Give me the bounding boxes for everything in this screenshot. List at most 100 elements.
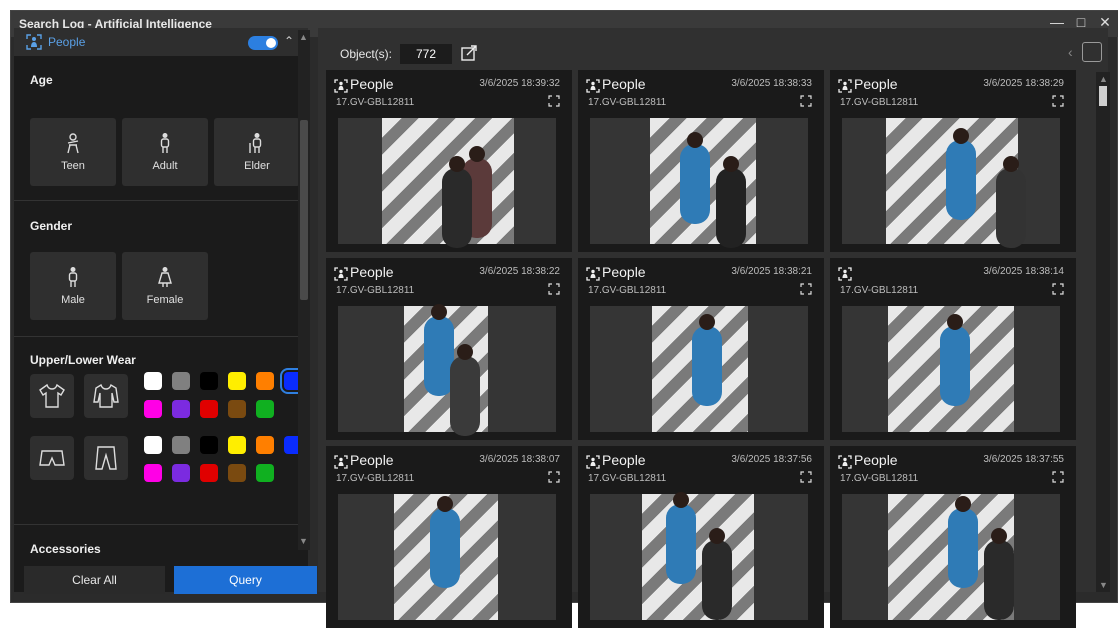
card-label: People [350,264,394,280]
filter-header[interactable]: People ⌃ [14,28,308,56]
expand-icon[interactable] [548,283,560,295]
card-timestamp: 3/6/2025 18:38:14 [983,266,1064,277]
person-head [457,344,473,360]
card-label: People [602,264,646,280]
color-swatch[interactable] [144,464,162,482]
color-swatch[interactable] [228,436,246,454]
age-teen-button[interactable]: Teen [30,118,116,186]
color-swatch[interactable] [172,400,190,418]
age-adult-button[interactable]: Adult [122,118,208,186]
card-camera: 17.GV-GBL12811 [840,97,919,108]
person-figure [946,140,976,220]
result-card[interactable]: People 3/6/2025 18:38:21 17.GV-GBL12811 [578,258,824,440]
color-swatch[interactable] [144,436,162,454]
shorts-icon [39,450,65,466]
chevron-up-icon[interactable]: ⌃ [284,34,294,48]
snapshot-frame [842,306,1060,432]
results-grid: People 3/6/2025 18:39:32 17.GV-GBL12811 … [326,70,1086,628]
color-swatch[interactable] [228,400,246,418]
result-card[interactable]: 3/6/2025 18:38:14 17.GV-GBL12811 [830,258,1076,440]
color-swatch[interactable] [200,400,218,418]
color-swatch[interactable] [172,464,190,482]
result-card[interactable]: People 3/6/2025 18:38:22 17.GV-GBL12811 [326,258,572,440]
person-figure [450,356,480,436]
gender-female-button[interactable]: Female [122,252,208,320]
scroll-thumb[interactable] [1099,86,1107,106]
scroll-down-icon[interactable]: ▼ [1099,580,1108,590]
scroll-down-icon[interactable]: ▼ [299,536,308,546]
results-scrollbar[interactable]: ▲ ▼ [1096,72,1110,592]
clear-all-button[interactable]: Clear All [24,566,165,594]
chevron-left-icon[interactable]: ‹ [1068,44,1073,60]
result-card[interactable]: People 3/6/2025 18:37:55 17.GV-GBL12811 [830,446,1076,628]
query-button[interactable]: Query [174,566,317,594]
result-card[interactable]: People 3/6/2025 18:38:29 17.GV-GBL12811 [830,70,1076,252]
expand-icon[interactable] [800,471,812,483]
person-head [991,528,1007,544]
color-swatch[interactable] [256,400,274,418]
color-swatch[interactable] [256,436,274,454]
person-head [723,156,739,172]
age-adult-label: Adult [152,160,178,172]
people-filter-toggle[interactable] [248,36,278,50]
result-card[interactable]: People 3/6/2025 18:39:32 17.GV-GBL12811 [326,70,572,252]
person-head [431,304,447,320]
scroll-up-icon[interactable]: ▲ [299,32,308,42]
snapshot-frame [338,118,556,248]
color-swatch[interactable] [200,464,218,482]
snapshot-image [888,306,1014,432]
snapshot-image [382,118,514,248]
expand-icon[interactable] [1052,95,1064,107]
color-swatch[interactable] [144,372,162,390]
snapshot-frame [338,494,556,620]
upper-wear-button[interactable] [30,374,74,418]
color-swatch[interactable] [256,372,274,390]
person-figure [716,168,746,248]
settings-icon[interactable] [1082,42,1102,62]
people-detect-icon [586,455,600,469]
color-swatch[interactable] [172,372,190,390]
scroll-up-icon[interactable]: ▲ [1099,74,1108,84]
filter-scrollbar[interactable]: ▲ ▼ [298,30,310,550]
expand-icon[interactable] [800,283,812,295]
card-camera: 17.GV-GBL12811 [840,285,919,296]
expand-icon[interactable] [800,95,812,107]
color-swatch[interactable] [172,436,190,454]
expand-icon[interactable] [548,95,560,107]
elder-icon [249,133,262,153]
age-teen-label: Teen [61,160,85,172]
person-head [673,492,689,508]
person-figure [692,326,722,406]
result-card[interactable]: People 3/6/2025 18:38:33 17.GV-GBL12811 [578,70,824,252]
color-swatch[interactable] [144,400,162,418]
expand-icon[interactable] [1052,283,1064,295]
snapshot-image [642,492,754,620]
result-card[interactable]: People 3/6/2025 18:38:07 17.GV-GBL12811 [326,446,572,628]
color-swatch[interactable] [200,372,218,390]
people-detect-icon [334,455,348,469]
color-swatch[interactable] [256,464,274,482]
people-detect-icon [586,267,600,281]
person-head [687,132,703,148]
upper-wear-long-button[interactable] [84,374,128,418]
person-figure [948,508,978,588]
lower-wear-long-button[interactable] [84,436,128,480]
result-card[interactable]: People 3/6/2025 18:37:56 17.GV-GBL12811 [578,446,824,628]
color-swatch[interactable] [200,436,218,454]
card-label: People [602,76,646,92]
expand-icon[interactable] [548,471,560,483]
card-camera: 17.GV-GBL12811 [588,97,667,108]
color-swatch[interactable] [228,464,246,482]
gender-male-button[interactable]: Male [30,252,116,320]
card-timestamp: 3/6/2025 18:38:07 [479,454,560,465]
person-head [469,146,485,162]
lower-wear-short-button[interactable] [30,436,74,480]
export-icon[interactable] [460,44,478,62]
age-elder-button[interactable]: Elder [214,118,300,186]
person-head [947,314,963,330]
expand-icon[interactable] [1052,471,1064,483]
accessories-title: Accessories [30,542,101,556]
person-head [709,528,725,544]
color-swatch[interactable] [228,372,246,390]
scroll-thumb[interactable] [300,120,308,300]
